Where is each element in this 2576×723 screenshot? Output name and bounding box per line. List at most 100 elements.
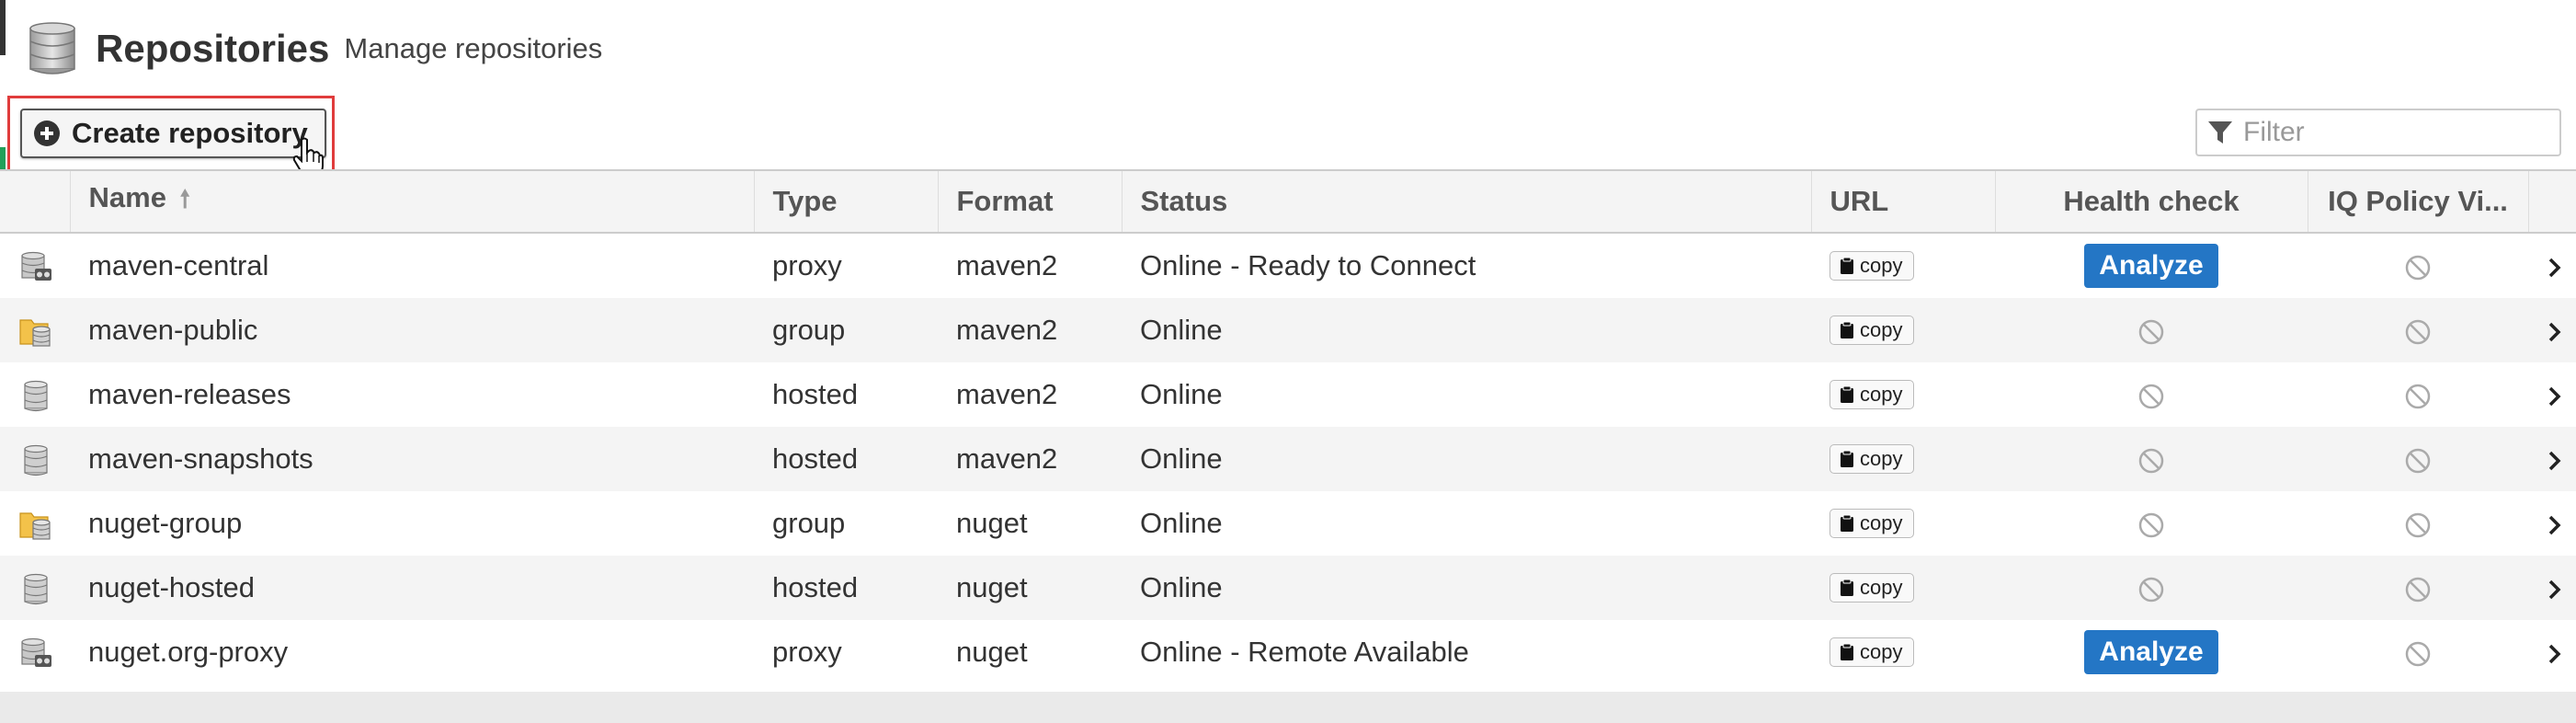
repositories-table: Name 🠕 Type Format Status URL Health che…: [0, 169, 2576, 684]
clipboard-icon: [1841, 257, 1853, 274]
row-chevron-cell[interactable]: [2528, 491, 2576, 556]
chevron-right-icon[interactable]: [2547, 643, 2563, 665]
repo-type: group: [772, 507, 846, 539]
repo-type: group: [754, 298, 938, 362]
header-icon-column: [0, 169, 70, 234]
row-chevron-cell[interactable]: [2528, 233, 2576, 298]
repo-name: maven-public: [70, 298, 754, 362]
repo-url-cell: copy: [1811, 556, 1995, 620]
repo-status: Online: [1122, 556, 1811, 620]
repo-type: hosted: [754, 556, 938, 620]
not-applicable-icon: [2405, 384, 2431, 409]
iq-policy-cell: [2308, 491, 2528, 556]
proxy-repo-icon: [21, 251, 51, 281]
copy-url-button[interactable]: copy: [1829, 637, 1915, 667]
header-chevron-column: [2527, 169, 2576, 234]
copy-url-button[interactable]: copy: [1829, 509, 1915, 538]
copy-label: copy: [1860, 318, 1903, 341]
health-check-cell: Analyze: [1995, 233, 2308, 298]
analyze-button[interactable]: Analyze: [2084, 630, 2218, 674]
table-row[interactable]: nuget-hosted hosted nuget Online copy: [0, 556, 2576, 620]
chevron-right-icon[interactable]: [2547, 321, 2563, 343]
repo-url-cell: copy: [1811, 233, 1995, 298]
header-status[interactable]: Status: [1121, 169, 1811, 234]
chevron-right-icon[interactable]: [2547, 385, 2563, 407]
iq-policy-cell: [2308, 362, 2528, 427]
repo-icon-cell: [0, 362, 70, 427]
header-iq-policy[interactable]: IQ Policy Vi...: [2307, 169, 2528, 234]
group-repo-icon: [19, 319, 51, 347]
health-check-cell: Analyze: [1995, 620, 2308, 684]
health-check-cell: [1995, 362, 2308, 427]
clipboard-icon: [1841, 450, 1853, 467]
database-icon: [29, 22, 75, 75]
copy-url-button[interactable]: copy: [1829, 573, 1915, 602]
copy-url-button[interactable]: copy: [1829, 251, 1915, 281]
table-row[interactable]: maven-public group maven2 Online copy: [0, 298, 2576, 362]
create-repository-button[interactable]: Create repository: [20, 109, 326, 158]
clipboard-icon: [1841, 514, 1853, 532]
filter-icon: [2208, 121, 2232, 143]
table-row[interactable]: maven-central proxy maven2 Online - Ready t…: [0, 233, 2576, 298]
not-applicable-icon: [2405, 641, 2431, 667]
header-format[interactable]: Format: [937, 169, 1122, 234]
row-chevron-cell[interactable]: [2528, 620, 2576, 684]
repo-icon-cell: [0, 556, 70, 620]
repo-url-cell: copy: [1811, 362, 1995, 427]
repo-type: proxy: [772, 636, 842, 668]
health-check-cell: [1995, 491, 2308, 556]
filter-field[interactable]: [2195, 109, 2561, 156]
table-row[interactable]: nuget.org-proxy proxy nuget Online - Remote…: [0, 620, 2576, 684]
header-name[interactable]: Name 🠕: [69, 169, 754, 234]
page-subtitle: Manage repositories: [344, 32, 603, 64]
header-url[interactable]: URL: [1810, 169, 1995, 234]
analyze-button[interactable]: Analyze: [2084, 244, 2218, 288]
not-applicable-icon: [2405, 448, 2431, 474]
repo-icon-cell: [0, 427, 70, 491]
row-chevron-cell[interactable]: [2528, 556, 2576, 620]
copy-url-button[interactable]: copy: [1829, 444, 1915, 474]
not-applicable-icon: [2405, 255, 2431, 281]
copy-url-button[interactable]: copy: [1829, 316, 1915, 345]
iq-policy-cell: [2308, 427, 2528, 491]
chevron-right-icon[interactable]: [2547, 514, 2563, 536]
repo-format: nuget: [956, 636, 1028, 668]
iq-policy-cell: [2308, 620, 2528, 684]
chevron-right-icon[interactable]: [2547, 257, 2563, 279]
create-repository-label: Create repository: [72, 117, 308, 149]
row-chevron-cell[interactable]: [2528, 427, 2576, 491]
repo-icon-cell: [0, 298, 70, 362]
repo-icon-cell: [0, 233, 70, 298]
header-health-check[interactable]: Health check: [1994, 169, 2308, 234]
table-row[interactable]: nuget-group group nuget Online copy: [0, 491, 2576, 556]
copy-label: copy: [1860, 576, 1903, 599]
filter-input[interactable]: [2241, 116, 2548, 149]
proxy-repo-icon: [21, 637, 51, 667]
health-check-cell: [1995, 298, 2308, 362]
repo-url-cell: copy: [1811, 427, 1995, 491]
table-row[interactable]: maven-releases hosted maven2 Online copy: [0, 362, 2576, 427]
page-header: Repositories Manage repositories: [28, 17, 602, 81]
chevron-right-icon[interactable]: [2547, 450, 2563, 472]
copy-url-button[interactable]: copy: [1829, 380, 1915, 409]
table-row[interactable]: maven-snapshots hosted maven2 Online copy: [0, 427, 2576, 491]
row-chevron-cell[interactable]: [2528, 298, 2576, 362]
chevron-right-icon[interactable]: [2547, 579, 2563, 601]
repo-url-cell: copy: [1811, 491, 1995, 556]
repo-status: Online: [1122, 427, 1811, 491]
repo-format: maven2: [938, 298, 1122, 362]
repo-format: maven2: [956, 378, 1058, 410]
clipboard-icon: [1841, 579, 1853, 596]
header-type[interactable]: Type: [753, 169, 938, 234]
row-chevron-cell[interactable]: [2528, 362, 2576, 427]
not-applicable-icon: [2138, 384, 2164, 409]
page-title: Repositories: [96, 27, 330, 70]
repo-icon-cell: [0, 491, 70, 556]
repo-format: maven2: [938, 427, 1122, 491]
not-applicable-icon: [2138, 577, 2164, 602]
repo-name: nuget-group: [88, 507, 243, 539]
repo-name: maven-releases: [88, 378, 291, 410]
copy-label: copy: [1860, 383, 1903, 406]
iq-policy-cell: [2308, 556, 2528, 620]
iq-policy-cell: [2308, 233, 2528, 298]
